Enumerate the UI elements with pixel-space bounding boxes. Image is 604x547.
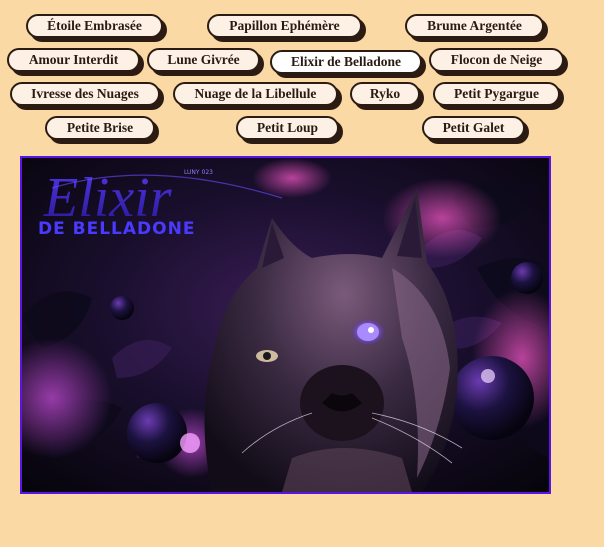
nav-link-lune-givree[interactable]: Lune Givrée xyxy=(147,48,260,72)
artwork-title-sub: DE BELLADONE xyxy=(38,219,195,239)
nav-link-ryko[interactable]: Ryko xyxy=(350,82,420,106)
nav-link-brume-argentee[interactable]: Brume Argentée xyxy=(405,14,544,38)
nav-link-nuage-de-la-libellule[interactable]: Nuage de la Libellule xyxy=(173,82,338,106)
nav-link-papillon-ephemere[interactable]: Papillon Ephémère xyxy=(207,14,362,38)
nav-link-amour-interdit[interactable]: Amour Interdit xyxy=(7,48,140,72)
nav-link-petite-brise[interactable]: Petite Brise xyxy=(45,116,155,140)
nav-link-ivresse-des-nuages[interactable]: Ivresse des Nuages xyxy=(10,82,160,106)
nav-link-petit-galet[interactable]: Petit Galet xyxy=(422,116,525,140)
nav-link-etoile-embrasee[interactable]: Étoile Embrasée xyxy=(26,14,163,38)
nav-link-petit-pygargue[interactable]: Petit Pygargue xyxy=(433,82,560,106)
cat-illustration: Elixir DE BELLADONE LUNY 023 xyxy=(22,158,549,492)
nav-link-flocon-de-neige[interactable]: Flocon de Neige xyxy=(429,48,564,72)
signature-artwork: Elixir DE BELLADONE LUNY 023 xyxy=(20,156,551,494)
nav-link-petit-loup[interactable]: Petit Loup xyxy=(236,116,339,140)
nav-link-elixir-de-belladone[interactable]: Elixir de Belladone xyxy=(270,50,422,74)
page: Étoile Embrasée Papillon Ephémère Brume … xyxy=(0,0,604,547)
artwork-credit: LUNY 023 xyxy=(184,169,213,176)
